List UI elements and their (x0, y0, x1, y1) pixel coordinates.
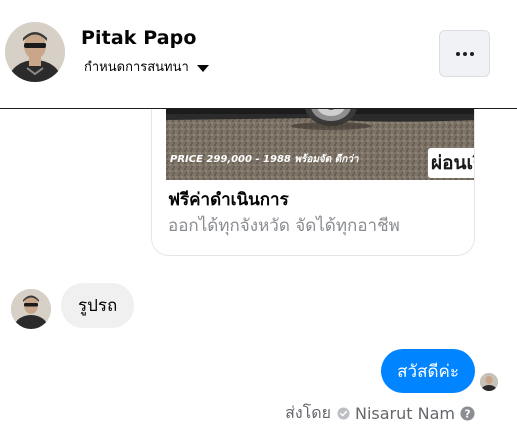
sender-avatar[interactable] (11, 289, 51, 329)
seen-by-photo (480, 373, 498, 391)
more-options-button[interactable] (439, 30, 490, 77)
conversation-subtitle: กำหนดการสนทนา (84, 60, 189, 75)
ad-image-caption-right: ผ่อนเริ่ (428, 148, 474, 178)
caret-down-icon (196, 64, 209, 72)
ad-card[interactable]: PRICE 299,000 - 1988 พร้อมจัด ดีกว่า ผ่อ… (151, 109, 475, 256)
help-icon[interactable]: ? (460, 406, 475, 421)
sent-by-prefix: ส่งโดย (285, 403, 331, 422)
contact-name: Pitak Papo (81, 27, 197, 49)
ad-description: ออกได้ทุกจังหวัด จัดได้ทุกอาชีพ (168, 216, 400, 236)
message-list[interactable]: PRICE 299,000 - 1988 พร้อมจัด ดีกว่า ผ่อ… (0, 109, 517, 446)
conversation-header: Pitak Papo กำหนดการสนทนา (0, 0, 517, 109)
profile-avatar[interactable] (5, 22, 65, 82)
check-circle-icon (337, 407, 350, 420)
ad-title: ฟรีค่าดำเนินการ (168, 190, 289, 210)
more-horizontal-icon (455, 51, 474, 56)
conversation-menu-toggle[interactable]: กำหนดการสนทนา (84, 56, 209, 77)
seen-by-avatar (480, 373, 498, 391)
sender-name[interactable]: Nisarut Nam (355, 404, 455, 423)
incoming-message-bubble[interactable]: รูปรถ (61, 283, 135, 328)
ad-image-caption-left: PRICE 299,000 - 1988 พร้อมจัด ดีกว่า (170, 154, 359, 165)
chat-window: Pitak Papo กำหนดการสนทนา PRICE 299,000 -… (0, 0, 517, 446)
profile-photo (5, 22, 65, 82)
ad-image[interactable]: PRICE 299,000 - 1988 พร้อมจัด ดีกว่า ผ่อ… (166, 109, 474, 180)
outgoing-message-bubble[interactable]: สวัสดีค่ะ (381, 349, 475, 393)
svg-text:?: ? (465, 408, 471, 420)
sent-by-info: ส่งโดย Nisarut Nam ? (285, 401, 475, 426)
sender-photo (11, 289, 51, 329)
